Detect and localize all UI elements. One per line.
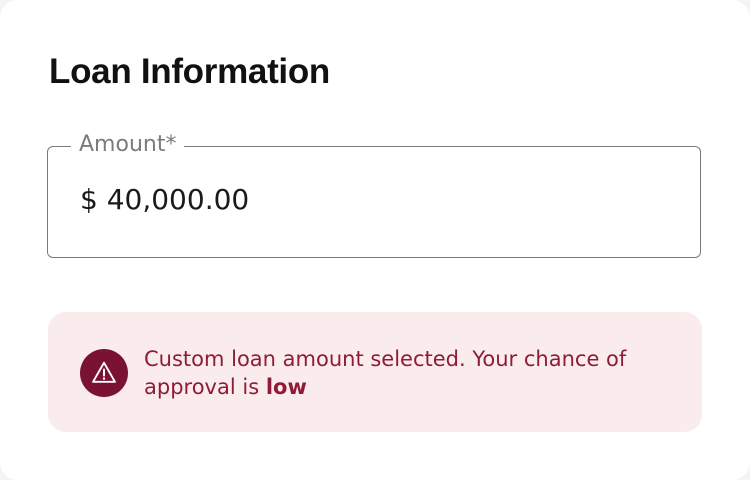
warning-icon (80, 349, 128, 397)
alert-message-text: Custom loan amount selected. Your chance… (144, 347, 627, 399)
loan-information-card: Loan Information Amount* $ 40,000.00 Cus… (0, 0, 750, 480)
section-title: Loan Information (49, 52, 331, 91)
approval-chance-value: low (265, 375, 307, 399)
amount-field[interactable]: Amount* $ 40,000.00 (47, 131, 701, 258)
warning-triangle-icon (92, 361, 116, 383)
amount-field-label: Amount* (71, 131, 185, 159)
approval-warning-alert: Custom loan amount selected. Your chance… (48, 312, 702, 432)
alert-message: Custom loan amount selected. Your chance… (144, 345, 664, 401)
amount-input-value[interactable]: $ 40,000.00 (80, 182, 249, 218)
